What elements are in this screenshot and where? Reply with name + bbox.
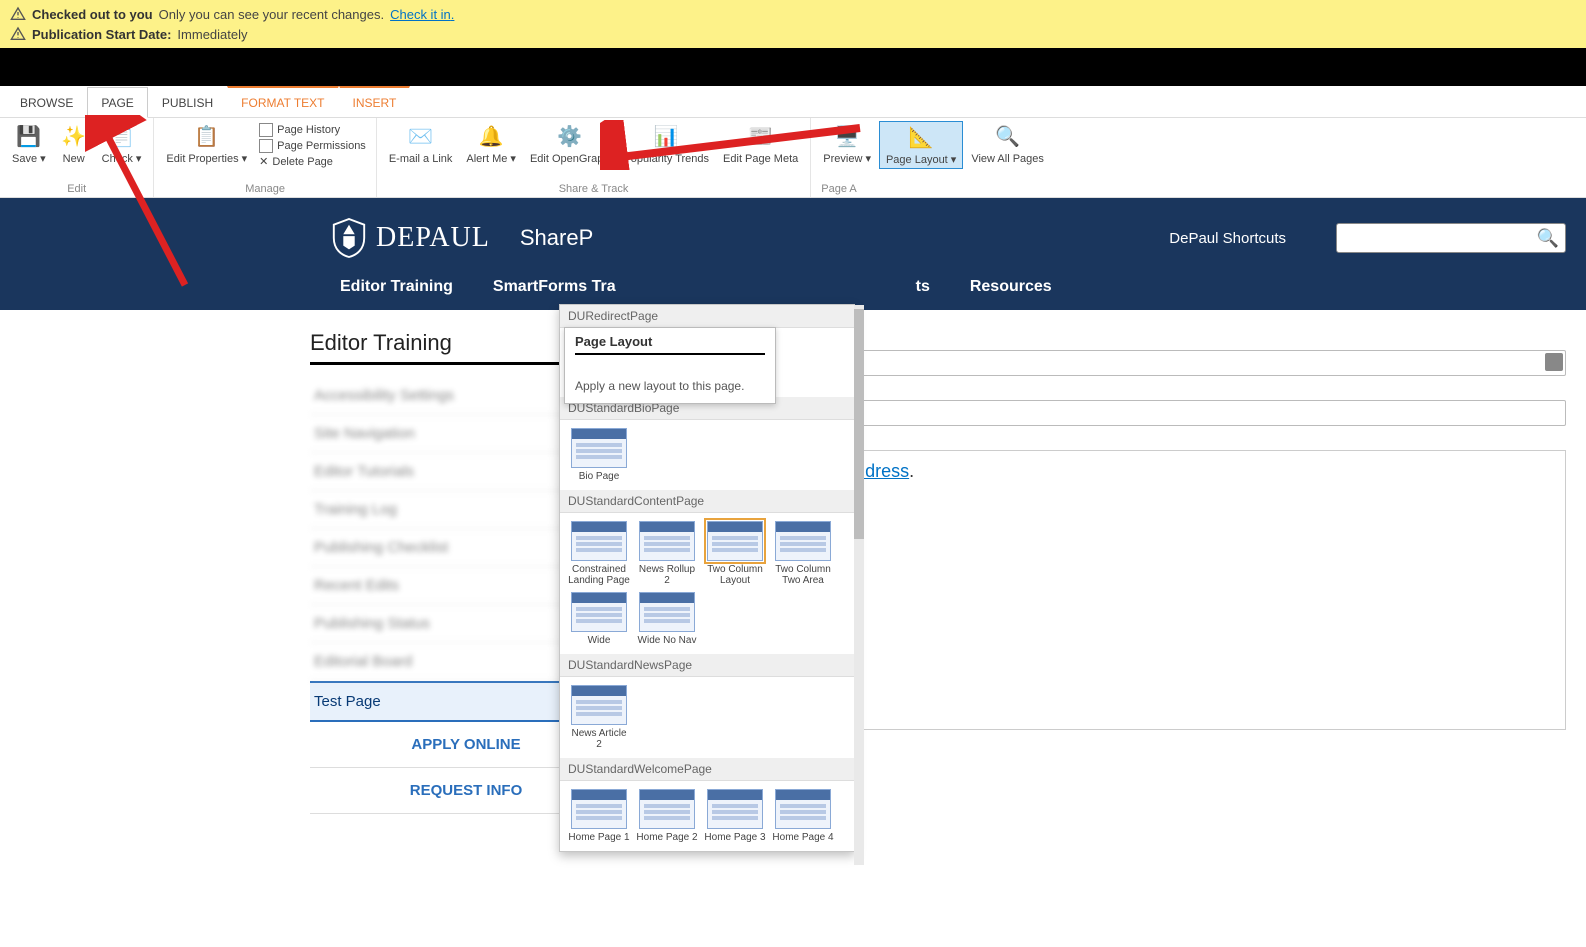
tab-format-text[interactable]: FORMAT TEXT	[227, 86, 338, 117]
notif-pubdate: Publication Start Date: Immediately	[10, 24, 1576, 44]
page-layout-dropdown[interactable]: DURedirectPage Page Layout Apply a new l…	[559, 304, 855, 852]
notif-checkedout: Checked out to you Only you can see your…	[10, 4, 1576, 24]
delete-page-button[interactable]: ✕Delete Page	[259, 155, 366, 168]
nav-smartforms[interactable]: SmartForms Tra	[493, 278, 616, 296]
view-all-icon: 🔍	[994, 123, 1022, 151]
opengraph-icon: ⚙️	[556, 123, 584, 151]
notif-pub-value: Immediately	[177, 27, 247, 42]
dropdown-scrollbar[interactable]	[854, 305, 864, 865]
brand-text: DEPAUL	[376, 222, 490, 254]
ribbon-tabs: BROWSE PAGE PUBLISH FORMAT TEXT INSERT	[0, 86, 1586, 118]
layout-news-rollup[interactable]: News Rollup 2	[636, 521, 698, 586]
layout-two-column[interactable]: Two Column Layout	[704, 521, 766, 586]
logo-area: DEPAUL	[330, 217, 490, 259]
trends-icon: 📊	[652, 123, 680, 151]
layout-home-3[interactable]: Home Page 3	[704, 789, 766, 843]
group-edit-label: Edit	[6, 183, 147, 197]
check-icon: 📄	[108, 123, 136, 151]
nav-item-partial[interactable]: ts	[916, 278, 930, 296]
save-icon: 💾	[15, 123, 43, 151]
new-button[interactable]: ✨New	[54, 121, 94, 167]
depaul-shortcuts-link[interactable]: DePaul Shortcuts	[1169, 230, 1286, 247]
tab-page[interactable]: PAGE	[87, 87, 147, 118]
preview-button[interactable]: 🖥️Preview ▾	[817, 121, 877, 169]
tooltip-desc: Apply a new layout to this page.	[575, 379, 765, 393]
ribbon: 💾Save ▾ ✨New 📄Check ▾ Edit 📋Edit Propert…	[0, 118, 1586, 198]
layout-home-1[interactable]: Home Page 1	[568, 789, 630, 843]
notif-checked-sub: Only you can see your recent changes.	[159, 7, 384, 22]
layout-constrained-landing[interactable]: Constrained Landing Page	[568, 521, 630, 586]
new-icon: ✨	[60, 123, 88, 151]
layout-home-2[interactable]: Home Page 2	[636, 789, 698, 843]
section-news: DUStandardNewsPage	[560, 654, 854, 677]
layout-news-article[interactable]: News Article 2	[568, 685, 630, 750]
tab-publish[interactable]: PUBLISH	[148, 87, 227, 117]
view-all-pages-button[interactable]: 🔍View All Pages	[965, 121, 1050, 169]
depaul-shield-icon	[330, 217, 368, 259]
edit-page-meta-button[interactable]: 📰Edit Page Meta	[717, 121, 804, 167]
nav-editor-training[interactable]: Editor Training	[340, 278, 453, 296]
layout-wide[interactable]: Wide	[568, 592, 630, 646]
group-page-actions-label: Page A	[817, 183, 1050, 197]
meta-icon: 📰	[747, 123, 775, 151]
properties-icon: 📋	[193, 123, 221, 151]
group-manage-label: Manage	[160, 183, 369, 197]
edit-properties-button[interactable]: 📋Edit Properties ▾	[160, 121, 253, 170]
group-manage: 📋Edit Properties ▾ Page History Page Per…	[154, 118, 376, 197]
warning-icon	[10, 6, 26, 22]
email-link-button[interactable]: ✉️E-mail a Link	[383, 121, 459, 167]
search-box[interactable]: 🔍	[1336, 223, 1566, 253]
layout-wide-no-nav[interactable]: Wide No Nav	[636, 592, 698, 646]
site-header: DEPAUL ShareP DePaul Shortcuts 🔍	[0, 198, 1586, 278]
section-welcome: DUStandardWelcomePage	[560, 758, 854, 781]
check-it-in-link[interactable]: Check it in.	[390, 7, 454, 22]
page-history-button[interactable]: Page History	[259, 123, 366, 137]
search-icon[interactable]: 🔍	[1537, 228, 1559, 249]
group-edit: 💾Save ▾ ✨New 📄Check ▾ Edit	[0, 118, 154, 197]
preview-icon: 🖥️	[833, 123, 861, 151]
nav-resources[interactable]: Resources	[970, 278, 1052, 296]
layout-home-4[interactable]: Home Page 4	[772, 789, 834, 843]
check-button[interactable]: 📄Check ▾	[96, 121, 148, 167]
save-button[interactable]: 💾Save ▾	[6, 121, 52, 167]
layout-bio-page[interactable]: Bio Page	[568, 428, 630, 482]
tab-insert[interactable]: INSERT	[339, 86, 411, 117]
alert-me-button[interactable]: 🔔Alert Me ▾	[460, 121, 522, 167]
black-strip	[0, 48, 1586, 86]
edit-opengraph-button[interactable]: ⚙️Edit OpenGraph	[524, 121, 616, 167]
email-icon: ✉️	[407, 123, 435, 151]
field-handle-icon[interactable]	[1545, 353, 1563, 371]
layout-icon: 📐	[907, 124, 935, 152]
section-content: DUStandardContentPage	[560, 490, 854, 513]
notif-pub-label: Publication Start Date:	[32, 27, 171, 42]
notification-bar: Checked out to you Only you can see your…	[0, 0, 1586, 48]
page-permissions-button[interactable]: Page Permissions	[259, 139, 366, 153]
page-layout-tooltip: Page Layout Apply a new layout to this p…	[564, 327, 776, 404]
tab-browse[interactable]: BROWSE	[6, 87, 87, 117]
page-layout-button[interactable]: 📐Page Layout ▾	[879, 121, 963, 169]
alert-icon: 🔔	[477, 123, 505, 151]
group-page-actions: 🖥️Preview ▾ 📐Page Layout ▾ 🔍View All Pag…	[811, 118, 1056, 197]
layout-two-column-two-area[interactable]: Two Column Two Area	[772, 521, 834, 586]
popularity-trends-button[interactable]: 📊Popularity Trends	[617, 121, 715, 167]
group-share-label: Share & Track	[383, 183, 804, 197]
search-input[interactable]	[1343, 230, 1537, 246]
site-subtitle: ShareP	[520, 225, 593, 251]
section-redirect: DURedirectPage	[560, 305, 854, 328]
group-share-track: ✉️E-mail a Link 🔔Alert Me ▾ ⚙️Edit OpenG…	[377, 118, 811, 197]
delete-icon: ✕	[259, 155, 268, 168]
notif-checked-label: Checked out to you	[32, 7, 153, 22]
tooltip-title: Page Layout	[575, 334, 765, 355]
permissions-icon	[259, 139, 273, 153]
warning-icon	[10, 26, 26, 42]
history-icon	[259, 123, 273, 137]
